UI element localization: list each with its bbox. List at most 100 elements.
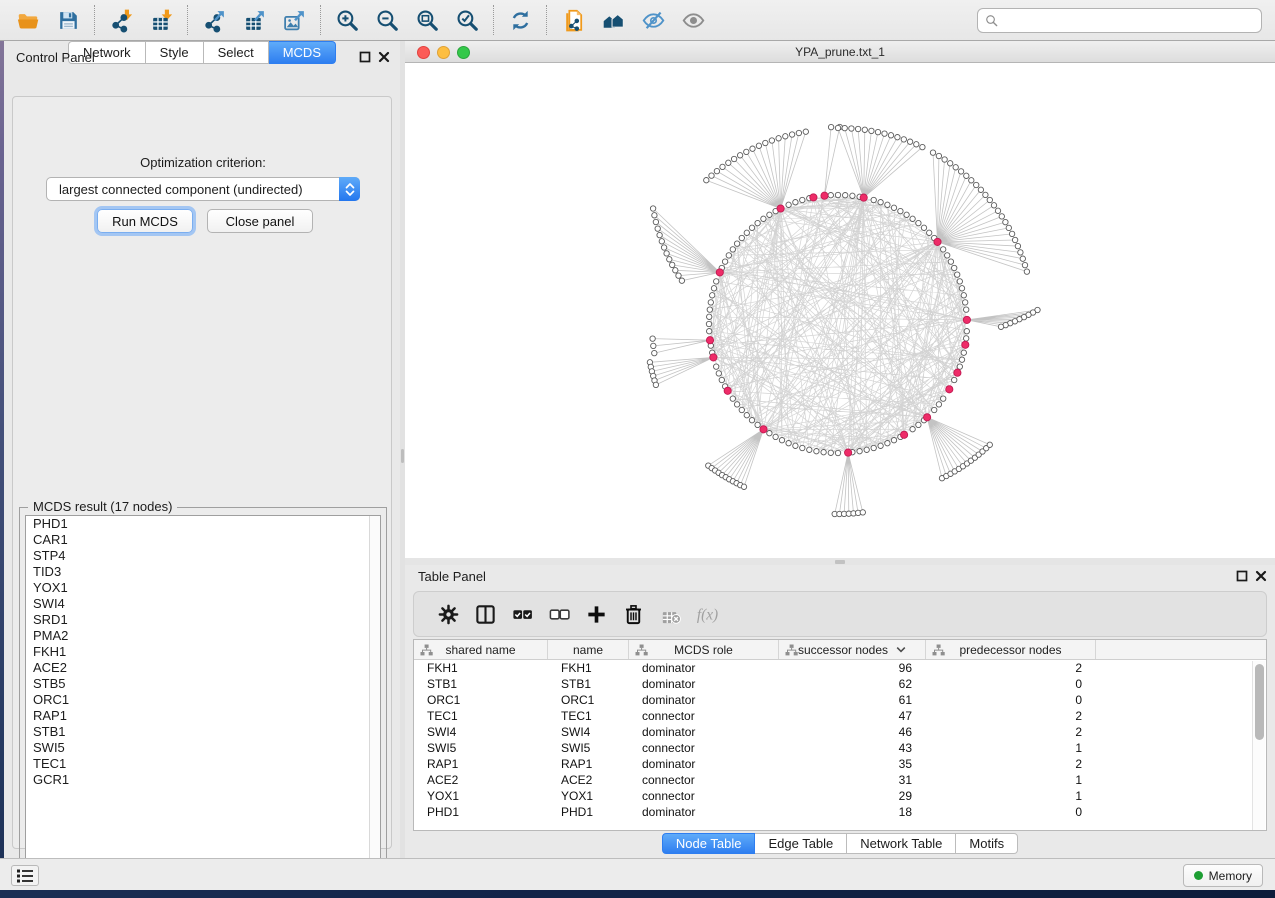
tab-network-table[interactable]: Network Table — [847, 833, 956, 854]
control-panel-float-icon[interactable] — [359, 51, 371, 63]
toolbar-separator — [187, 5, 188, 35]
cell-name: TEC1 — [548, 709, 629, 723]
column-header-successor-nodes[interactable]: successor nodes — [779, 640, 926, 659]
export-network-icon — [202, 8, 227, 33]
save-button[interactable] — [48, 2, 88, 38]
refresh-button[interactable] — [500, 2, 540, 38]
network-window-title: YPA_prune.txt_1 — [405, 45, 1275, 59]
mcds-result-item[interactable]: FKH1 — [26, 644, 380, 660]
unselect-all-button[interactable] — [541, 595, 578, 633]
mcds-result-item[interactable]: GCR1 — [26, 772, 380, 788]
mcds-result-item[interactable]: SWI5 — [26, 740, 380, 756]
column-header-MCDS-role[interactable]: MCDS role — [629, 640, 779, 659]
trash-button[interactable] — [615, 595, 652, 633]
status-list-button[interactable] — [11, 865, 39, 886]
table-row[interactable]: TEC1TEC1connector472 — [414, 708, 1266, 724]
tab-motifs[interactable]: Motifs — [956, 833, 1018, 854]
export-image-button[interactable] — [274, 2, 314, 38]
export-table-button[interactable] — [234, 2, 274, 38]
cell-predecessor_nodes: 2 — [926, 661, 1096, 675]
mcds-result-item[interactable]: TEC1 — [26, 756, 380, 772]
mcds-result-item[interactable]: SRD1 — [26, 612, 380, 628]
list-icon — [15, 868, 35, 884]
hide-eye-button[interactable] — [633, 2, 673, 38]
mcds-result-list[interactable]: PHD1CAR1STP4TID3YOX1SWI4SRD1PMA2FKH1ACE2… — [25, 515, 381, 873]
mcds-result-item[interactable]: STB5 — [26, 676, 380, 692]
cell-shared_name: ORC1 — [414, 693, 548, 707]
zoom-in-button[interactable] — [327, 2, 367, 38]
network-canvas[interactable] — [405, 63, 1275, 558]
column-header-predecessor-nodes[interactable]: predecessor nodes — [926, 640, 1096, 659]
table-panel-close-icon[interactable] — [1255, 570, 1267, 582]
mcds-result-item[interactable]: TID3 — [26, 564, 380, 580]
horizontal-splitter[interactable] — [405, 558, 1275, 565]
tree-icon — [635, 644, 648, 656]
tab-style[interactable]: Style — [146, 41, 204, 64]
control-panel-close-icon[interactable] — [378, 51, 390, 63]
import-network-button[interactable] — [101, 2, 141, 38]
table-row[interactable]: SWI5SWI5connector431 — [414, 740, 1266, 756]
select-all-button[interactable] — [504, 595, 541, 633]
zoom-fit-button[interactable] — [407, 2, 447, 38]
run-mcds-button[interactable]: Run MCDS — [97, 209, 193, 233]
cell-name: ACE2 — [548, 773, 629, 787]
mcds-result-item[interactable]: SWI4 — [26, 596, 380, 612]
mcds-result-item[interactable]: STP4 — [26, 548, 380, 564]
table-row[interactable]: STB1STB1dominator620 — [414, 676, 1266, 692]
table-row[interactable]: SWI4SWI4dominator462 — [414, 724, 1266, 740]
tab-edge-table[interactable]: Edge Table — [755, 833, 847, 854]
table-panel-float-icon[interactable] — [1236, 570, 1248, 582]
optimization-criterion-select[interactable]: largest connected component (undirected) — [46, 177, 360, 201]
zoom-selected-button[interactable] — [447, 2, 487, 38]
column-header-shared-name[interactable]: shared name — [414, 640, 548, 659]
home-networks-button[interactable] — [593, 2, 633, 38]
open-folder-button[interactable] — [8, 2, 48, 38]
document-network-button[interactable] — [553, 2, 593, 38]
memory-button[interactable]: Memory — [1183, 864, 1263, 887]
zoom-out-button[interactable] — [367, 2, 407, 38]
mcds-result-item[interactable]: CAR1 — [26, 532, 380, 548]
add-button[interactable] — [578, 595, 615, 633]
mcds-result-item[interactable]: PMA2 — [26, 628, 380, 644]
export-table-icon — [242, 8, 267, 33]
table-row[interactable]: FKH1FKH1dominator962 — [414, 660, 1266, 676]
splitter-grip — [401, 449, 404, 463]
show-eye-button[interactable] — [673, 2, 713, 38]
delete-table-icon — [659, 603, 682, 626]
mcds-result-item[interactable]: RAP1 — [26, 708, 380, 724]
mcds-result-item[interactable]: ACE2 — [26, 660, 380, 676]
split-columns-button[interactable] — [467, 595, 504, 633]
import-network-icon — [109, 8, 134, 33]
import-table-button[interactable] — [141, 2, 181, 38]
table-scrollbar-thumb[interactable] — [1255, 664, 1264, 740]
search-input[interactable] — [1004, 14, 1261, 28]
export-network-button[interactable] — [194, 2, 234, 38]
node-table-header: shared namenameMCDS rolesuccessor nodesp… — [414, 640, 1266, 660]
cell-mcds_role: connector — [629, 741, 779, 755]
mcds-result-group-title: MCDS result (17 nodes) — [28, 499, 177, 514]
table-row[interactable]: PHD1PHD1dominator180 — [414, 804, 1266, 820]
chevron-down-icon — [896, 646, 906, 654]
table-row[interactable]: RAP1RAP1dominator352 — [414, 756, 1266, 772]
mcds-result-item[interactable]: PHD1 — [26, 516, 380, 532]
mcds-result-item[interactable]: YOX1 — [26, 580, 380, 596]
close-panel-button[interactable]: Close panel — [207, 209, 313, 233]
gear-button[interactable] — [430, 595, 467, 633]
cell-predecessor_nodes: 2 — [926, 757, 1096, 771]
column-header-name[interactable]: name — [548, 640, 629, 659]
mcds-result-item[interactable]: STB1 — [26, 724, 380, 740]
table-scrollbar[interactable] — [1252, 661, 1265, 831]
mcds-list-scrollbar[interactable] — [369, 516, 380, 872]
mcds-result-item[interactable]: ORC1 — [26, 692, 380, 708]
table-row[interactable]: ORC1ORC1dominator610 — [414, 692, 1266, 708]
tab-node-table[interactable]: Node Table — [662, 833, 756, 854]
svg-text:f(x): f(x) — [697, 606, 718, 623]
table-row[interactable]: ACE2ACE2connector311 — [414, 772, 1266, 788]
table-row[interactable]: YOX1YOX1connector291 — [414, 788, 1266, 804]
tree-icon — [785, 644, 798, 656]
cell-predecessor_nodes: 2 — [926, 725, 1096, 739]
tab-select[interactable]: Select — [204, 41, 269, 64]
mcds-tab-content: Optimization criterion: largest connecte… — [12, 96, 392, 849]
tab-mcds[interactable]: MCDS — [269, 41, 336, 64]
cell-predecessor_nodes: 0 — [926, 805, 1096, 819]
